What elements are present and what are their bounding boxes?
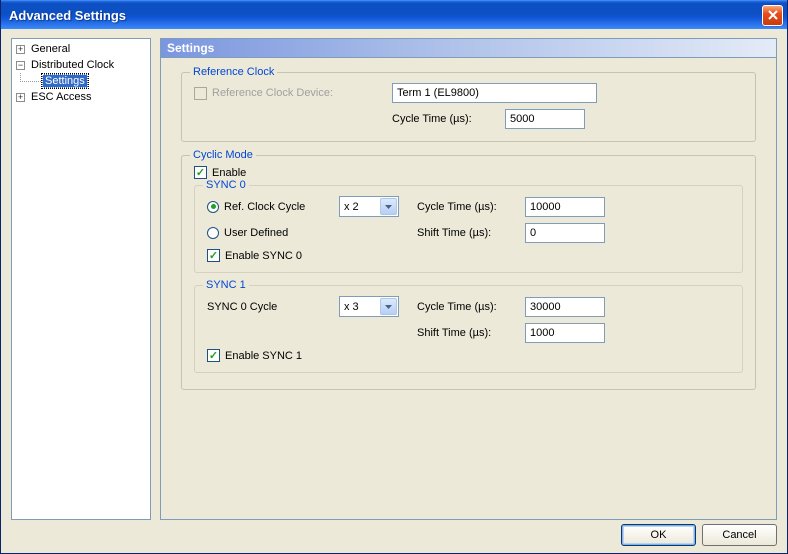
- tree-label: Distributed Clock: [29, 59, 116, 71]
- radio-user-defined[interactable]: [207, 227, 219, 239]
- tree-label: ESC Access: [29, 91, 94, 103]
- label-sync0-cycle-mode: SYNC 0 Cycle: [207, 301, 339, 313]
- label-enable-cyclic: Enable: [212, 167, 246, 179]
- checkbox-enable-cyclic[interactable]: [194, 166, 207, 179]
- group-title: SYNC 1: [203, 279, 249, 291]
- group-title: SYNC 0: [203, 179, 249, 191]
- close-button[interactable]: [762, 5, 783, 26]
- tree-label: Settings: [42, 74, 88, 88]
- nav-tree: General Distributed Clock Settings ESC A…: [11, 38, 151, 520]
- expand-icon[interactable]: [16, 93, 25, 102]
- titlebar[interactable]: Advanced Settings: [1, 0, 787, 29]
- panel-body: Reference Clock Reference Clock Device: …: [160, 57, 777, 520]
- input-sync0-shift[interactable]: [525, 223, 605, 243]
- combo-sync0-multiplier[interactable]: x 2: [339, 196, 399, 217]
- label-sync0-cycle: Cycle Time (µs):: [417, 201, 502, 213]
- tree-label: General: [29, 43, 72, 55]
- tree-item-esc-access[interactable]: ESC Access: [12, 89, 150, 105]
- group-sync1: SYNC 1 SYNC 0 Cycle x 3 Cycle Time (µs):: [194, 285, 743, 373]
- chevron-down-icon: [380, 198, 397, 215]
- cancel-button[interactable]: Cancel: [702, 524, 777, 546]
- label-enable-sync1: Enable SYNC 1: [225, 350, 302, 362]
- checkbox-ref-clock-device: [194, 87, 207, 100]
- label-sync1-cycle: Cycle Time (µs):: [417, 301, 502, 313]
- label-user-defined: User Defined: [224, 227, 417, 239]
- input-ref-clock-device[interactable]: [392, 83, 597, 103]
- input-sync1-shift[interactable]: [525, 323, 605, 343]
- label-sync0-shift: Shift Time (µs):: [417, 227, 502, 239]
- main-panel: Settings Reference Clock Reference Clock…: [160, 38, 777, 520]
- label-ref-cycle-time: Cycle Time (µs):: [392, 113, 477, 125]
- ok-button[interactable]: OK: [621, 524, 696, 546]
- group-title: Cyclic Mode: [190, 149, 256, 161]
- combo-sync1-multiplier[interactable]: x 3: [339, 296, 399, 317]
- tree-item-settings[interactable]: Settings: [12, 73, 150, 89]
- close-icon: [768, 10, 778, 20]
- group-sync0: SYNC 0 Ref. Clock Cycle x 2 Cycle Time (…: [194, 185, 743, 273]
- group-cyclic-mode: Cyclic Mode Enable SYNC 0 Ref. Clock Cyc…: [181, 155, 756, 390]
- label-enable-sync0: Enable SYNC 0: [225, 250, 302, 262]
- checkbox-enable-sync0[interactable]: [207, 249, 220, 262]
- dialog-buttons: OK Cancel: [1, 520, 787, 550]
- panel-header: Settings: [160, 38, 777, 57]
- combo-value: x 3: [344, 301, 359, 313]
- tree-item-distributed-clock[interactable]: Distributed Clock: [12, 57, 150, 73]
- group-reference-clock: Reference Clock Reference Clock Device: …: [181, 72, 756, 142]
- input-sync0-cycle[interactable]: [525, 197, 605, 217]
- combo-value: x 2: [344, 201, 359, 213]
- group-title: Reference Clock: [190, 66, 277, 78]
- input-sync1-cycle[interactable]: [525, 297, 605, 317]
- label-ref-clock-device: Reference Clock Device:: [212, 87, 392, 99]
- radio-ref-clock-cycle[interactable]: [207, 201, 219, 213]
- checkbox-enable-sync1[interactable]: [207, 349, 220, 362]
- expand-icon[interactable]: [16, 45, 25, 54]
- chevron-down-icon: [380, 298, 397, 315]
- label-ref-clock-cycle: Ref. Clock Cycle: [224, 201, 339, 213]
- input-ref-cycle-time[interactable]: [505, 109, 585, 129]
- window-title: Advanced Settings: [9, 8, 762, 23]
- collapse-icon[interactable]: [16, 61, 25, 70]
- label-sync1-shift: Shift Time (µs):: [417, 327, 502, 339]
- tree-item-general[interactable]: General: [12, 41, 150, 57]
